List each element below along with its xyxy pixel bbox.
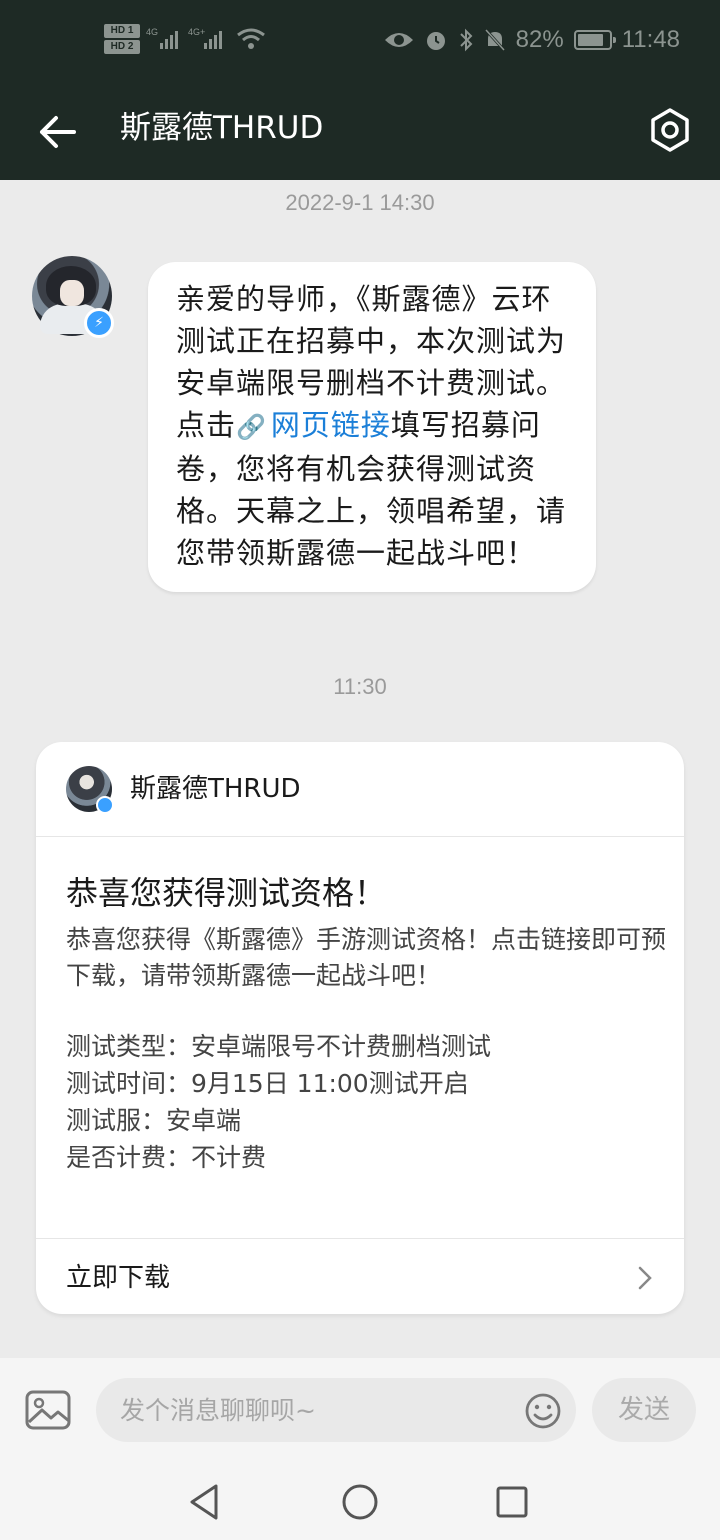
mute-bell-icon — [484, 28, 505, 52]
link-icon[interactable]: 🔗 — [236, 413, 267, 441]
verified-mini-icon — [96, 796, 114, 814]
composer-bar: 发送 — [0, 1358, 720, 1462]
info-line-billing: 是否计费：不计费 — [66, 1143, 267, 1172]
hd-badge: HD 1 HD 2 — [104, 24, 140, 54]
settings-hexagon-icon[interactable] — [646, 106, 694, 154]
info-line-type: 测试类型：安卓端限号不计费删档测试 — [66, 1032, 492, 1061]
notification-card[interactable]: 斯露德THRUD 恭喜您获得测试资格！ 恭喜您获得《斯露德》手游测试资格！点击链… — [36, 742, 684, 1314]
hd1-label: HD 1 — [104, 24, 140, 38]
image-icon[interactable] — [24, 1388, 72, 1432]
card-header: 斯露德THRUD — [36, 742, 684, 837]
wifi-icon — [237, 28, 265, 49]
card-timestamp: 11:30 — [333, 674, 387, 699]
info-line-time: 测试时间：9月15日 11:00测试开启 — [66, 1069, 469, 1098]
message-timestamp: 2022-9-1 14:30 — [285, 190, 435, 215]
nav-back-triangle-icon[interactable] — [186, 1482, 226, 1522]
status-right: 82% 11:48 — [384, 26, 680, 54]
sender-avatar[interactable]: ⚡ — [32, 256, 114, 338]
signal2-label: 4G+ — [188, 27, 205, 37]
download-now-label: 立即下载 — [66, 1263, 171, 1293]
card-title: 恭喜您获得测试资格！ — [66, 874, 387, 912]
page-title: 斯露德THRUD — [120, 110, 324, 146]
emoji-icon[interactable] — [524, 1392, 562, 1430]
verified-lightning-icon: ⚡ — [84, 308, 114, 338]
status-left: HD 1 HD 2 4G 4G+ — [104, 24, 266, 54]
nav-home-circle-icon[interactable] — [340, 1482, 380, 1522]
avatar-face — [60, 280, 84, 306]
battery-icon — [573, 30, 616, 50]
title-bar: 斯露德THRUD — [0, 84, 720, 180]
send-button[interactable]: 发送 — [592, 1378, 696, 1442]
battery-percent: 82% — [515, 26, 564, 53]
hd2-label: HD 2 — [104, 40, 140, 54]
message-bubble: 亲爱的导师，《斯露德》云环测试正在招募中，本次测试为安卓端限号删档不计费测试。点… — [148, 262, 596, 592]
card-avatar — [66, 766, 114, 814]
card-description: 恭喜您获得《斯露德》手游测试资格！点击链接即可预下载，请带领斯露德一起战斗吧！ — [66, 925, 667, 990]
web-link[interactable]: 网页链接 — [271, 408, 391, 442]
system-nav-bar — [0, 1462, 720, 1540]
status-bar: HD 1 HD 2 4G 4G+ 82% 11:48 — [0, 0, 720, 84]
chevron-right-icon — [638, 1266, 652, 1290]
back-arrow-icon[interactable] — [36, 110, 80, 154]
nav-recents-square-icon[interactable] — [492, 1482, 532, 1522]
bluetooth-icon — [459, 28, 473, 52]
battery-fill — [577, 34, 603, 46]
message-input[interactable] — [96, 1378, 576, 1442]
card-info: 测试类型：安卓端限号不计费删档测试 测试时间：9月15日 11:00测试开启 测… — [66, 1028, 666, 1176]
signal1-label: 4G — [146, 27, 158, 37]
signal-icon: 4G 4G+ — [146, 27, 222, 49]
download-now-button[interactable]: 立即下载 — [36, 1238, 684, 1314]
alarm-icon — [426, 32, 445, 50]
clock: 11:48 — [621, 26, 680, 53]
info-line-server: 测试服：安卓端 — [66, 1106, 242, 1135]
card-sender-name: 斯露德THRUD — [130, 774, 301, 804]
eye-icon — [384, 33, 413, 47]
